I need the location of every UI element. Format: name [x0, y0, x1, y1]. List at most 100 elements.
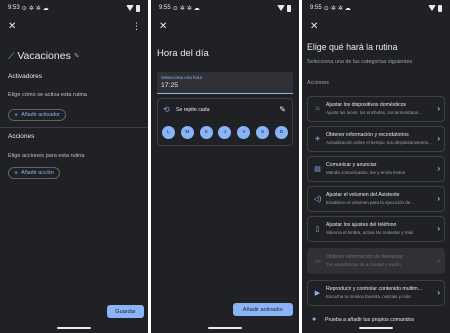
play-icon: ▶ — [314, 290, 321, 297]
action-category-media[interactable]: ▶ Reproducir y controlar contenido multi… — [307, 280, 445, 306]
cloud-icon: ☁ — [193, 5, 200, 12]
category-title: Ajustar los ajustes del teléfono — [326, 222, 397, 228]
category-title: Reproducir y controlar contenido multim.… — [326, 286, 423, 292]
action-category-volume[interactable]: ◁) Ajustar el volumen del Asistente Esta… — [307, 186, 445, 212]
add-activator-label: Añadir activador — [21, 112, 61, 118]
action-category-phone[interactable]: ▯ Ajustar los ajustes del teléfono Silen… — [307, 216, 445, 242]
chevron-right-icon: › — [437, 288, 440, 297]
battery-icon — [438, 4, 442, 12]
category-title: Prueba a añadir tus propios comandos — [325, 317, 415, 323]
category-desc: Manda comunicados, lee y envía textos — [326, 170, 406, 175]
repeat-icon: ⟲ — [163, 105, 170, 114]
wifi-icon — [277, 5, 285, 11]
category-desc: Establece el volumen para la ejecución d… — [326, 200, 415, 205]
close-icon[interactable]: ✕ — [8, 22, 16, 32]
category-title: Obtener información y recordatorios — [326, 132, 409, 138]
add-activator-button[interactable]: + Añadir activador — [8, 109, 67, 121]
category-desc: Escucha tu música favorita, noticias y m… — [326, 294, 411, 299]
day-chip[interactable]: M — [180, 126, 194, 139]
cloud-icon: ☁ — [344, 5, 351, 12]
routine-name: Vacaciones — [17, 50, 71, 62]
save-button[interactable]: Guardar — [107, 305, 144, 318]
day-chip[interactable]: V — [237, 126, 251, 139]
add-activator-button[interactable]: Añadir activador — [233, 303, 293, 316]
day-chip[interactable]: J — [218, 126, 232, 139]
activators-heading: Activadores — [8, 73, 42, 80]
repeat-card: ⟲ Se repite cada ✎ L M X J V S D — [157, 98, 293, 146]
wifi-icon — [126, 5, 134, 11]
close-icon[interactable]: ✕ — [159, 22, 167, 32]
category-desc: Actualización sobre el tiempo, tus despl… — [326, 140, 432, 145]
status-bar: 9:55 ⊙ ✲ ✲ ☁ — [310, 3, 442, 13]
category-title: Obtener información de bienestar — [326, 254, 403, 260]
notification-icon: ⊙ — [323, 5, 329, 12]
divider — [0, 127, 148, 128]
day-chip[interactable]: X — [199, 126, 213, 139]
wifi-icon — [428, 5, 436, 11]
plus-icon: + — [14, 169, 19, 177]
chevron-right-icon: › — [437, 134, 440, 143]
battery-icon — [287, 4, 291, 12]
chevron-right-icon: › — [437, 224, 440, 233]
category-title: Comunicar y anunciar — [326, 162, 377, 168]
action-category-communicate[interactable]: ▤ Comunicar y anunciar Manda comunicados… — [307, 156, 445, 182]
status-bar: 9:53 ⊙ ✲ ✲ ☁ — [8, 3, 140, 13]
phone-screen-time: 9:55 ⊙ ✲ ✲ ☁ ✕ Hora del día Selecciona u… — [151, 0, 299, 333]
info-icon: ☀ — [314, 136, 321, 143]
more-options-icon[interactable]: ⋮ — [132, 22, 141, 31]
action-category-info[interactable]: ☀ Obtener información y recordatorios Ac… — [307, 126, 445, 152]
day-chip[interactable]: S — [256, 126, 270, 139]
phone-screen-routine: 9:53 ⊙ ✲ ✲ ☁ ✕ ⋮ ⟋ Vacaciones ✎ Activado… — [0, 0, 148, 333]
home-icon: ⌂ — [315, 105, 320, 112]
time-field[interactable]: Selecciona una hora 17:25 — [157, 72, 293, 94]
wellbeing-icon: ▭ — [314, 258, 321, 265]
battery-icon — [136, 4, 140, 12]
action-category-wellbeing: ▭ Obtener información de bienestar Tus e… — [307, 248, 445, 274]
category-title: Ajustar el volumen del Asistente — [326, 192, 400, 198]
status-time: 9:55 — [310, 5, 322, 11]
page-title: ⟋ Vacaciones ✎ — [8, 50, 80, 62]
settings-icon: ✲ — [28, 5, 34, 12]
chevron-right-icon: › — [437, 256, 440, 265]
gear-icon: ✲ — [35, 5, 41, 12]
edit-icon[interactable]: ✎ — [279, 105, 286, 114]
activators-hint: Elige cómo se activa esta rutina — [8, 92, 87, 98]
custom-command-icon: ● — [312, 316, 317, 323]
phone-icon: ▯ — [315, 226, 320, 233]
status-bar: 9:55 ⊙ ✲ ✲ ☁ — [159, 3, 291, 13]
chat-icon: ▤ — [314, 166, 321, 173]
gesture-bar — [359, 327, 393, 329]
time-field-label: Selecciona una hora — [161, 75, 203, 80]
settings-icon: ✲ — [179, 5, 185, 12]
status-time: 9:53 — [8, 5, 20, 11]
chevron-right-icon: › — [437, 164, 440, 173]
pencil-icon[interactable]: ✎ — [74, 52, 80, 60]
notification-icon: ⊙ — [21, 5, 27, 12]
wand-icon: ⟋ — [8, 50, 15, 61]
section-heading: Acciones — [307, 80, 329, 86]
action-category-custom[interactable]: ● Prueba a añadir tus propios comandos — [307, 316, 445, 333]
actions-hint: Elige acciones para esta rutina — [8, 153, 85, 159]
chevron-right-icon: › — [437, 194, 440, 203]
day-chip[interactable]: D — [274, 126, 288, 139]
category-desc: Silencia el timbre, activa No molestar y… — [326, 230, 414, 235]
settings-icon: ✲ — [330, 5, 336, 12]
day-chip[interactable]: L — [162, 126, 175, 139]
plus-icon: + — [14, 111, 19, 119]
category-desc: Ajusta las luces, los enchufes, los term… — [326, 110, 422, 115]
volume-icon: ◁) — [313, 196, 322, 203]
action-category-home[interactable]: ⌂ Ajustar los dispositivos domésticos Aj… — [307, 96, 445, 122]
gear-icon: ✲ — [337, 5, 343, 12]
notification-icon: ⊙ — [172, 5, 178, 12]
add-action-label: Añadir acción — [21, 170, 54, 176]
status-time: 9:55 — [159, 5, 171, 11]
close-icon[interactable]: ✕ — [310, 22, 318, 32]
page-title: Elige qué hará la rutina — [307, 42, 398, 52]
actions-heading: Acciones — [8, 133, 35, 140]
add-action-button[interactable]: + Añadir acción — [8, 167, 60, 179]
day-selector: L M X J V S D — [162, 126, 288, 139]
gesture-bar — [57, 327, 91, 329]
cloud-icon: ☁ — [42, 5, 49, 12]
gear-icon: ✲ — [186, 5, 192, 12]
gesture-bar — [208, 327, 242, 329]
